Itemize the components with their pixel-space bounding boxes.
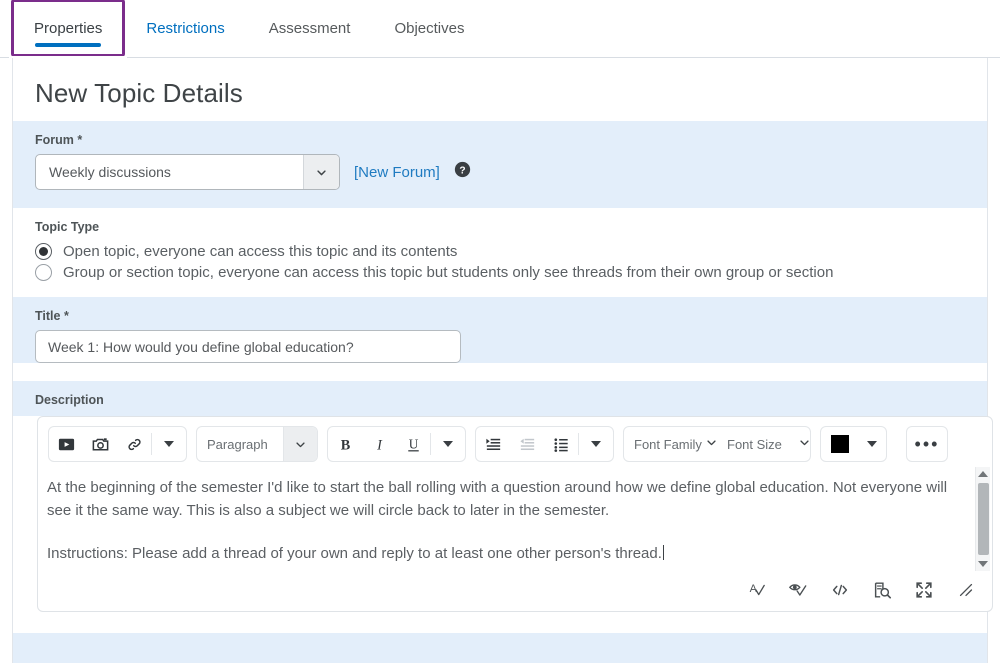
radio-group-topic[interactable]: Group or section topic, everyone can acc… (35, 262, 965, 297)
insert-link-icon[interactable] (117, 427, 151, 461)
toolbar-text-style-group: B I U (327, 426, 466, 462)
tab-objectives-label: Objectives (394, 19, 465, 37)
text-color-swatch[interactable] (831, 435, 849, 453)
svg-text:?: ? (459, 165, 465, 176)
title-section: Title * Week 1: How would you define glo… (13, 297, 987, 363)
toolbar-insert-group (48, 426, 187, 462)
svg-text:A: A (750, 583, 758, 595)
radio-group-topic-control[interactable] (35, 264, 52, 281)
forum-select[interactable]: Weekly discussions (35, 154, 340, 190)
font-size-chevron-down-icon[interactable] (799, 435, 810, 453)
radio-open-topic-control[interactable] (35, 243, 52, 260)
forum-label-text: Forum (35, 133, 74, 147)
new-forum-link[interactable]: [New Forum] (354, 164, 440, 181)
toolbar-font-group: Font Family Font Size (623, 426, 811, 462)
more-options-icon[interactable]: ••• (907, 427, 947, 461)
toolbar-format-select[interactable]: Paragraph (196, 426, 318, 462)
title-label: Title * (35, 297, 965, 330)
font-size-select[interactable]: Font Size (717, 427, 799, 461)
forum-required-mark: * (77, 133, 83, 147)
description-editor-wrap: Paragraph B I U Font Family Font Size ••… (13, 416, 993, 612)
tab-restrictions-label: Restrictions (146, 19, 225, 37)
font-family-chevron-down-icon[interactable] (706, 435, 717, 453)
text-style-more-chevron-down-icon[interactable] (431, 427, 465, 461)
more-options-label: ••• (914, 434, 940, 454)
paragraph-format-select[interactable]: Paragraph (197, 427, 317, 461)
radio-group-topic-label: Group or section topic, everyone can acc… (63, 264, 834, 281)
toolbar-list-group (475, 426, 614, 462)
scroll-up-arrow-icon[interactable] (978, 471, 988, 477)
editor-scrollbar[interactable] (975, 467, 990, 571)
italic-icon[interactable]: I (362, 427, 396, 461)
underline-icon[interactable]: U (396, 427, 430, 461)
title-label-text: Title (35, 309, 61, 323)
font-family-value: Font Family (634, 436, 702, 452)
svg-text:B: B (340, 437, 350, 453)
insert-more-chevron-down-icon[interactable] (152, 427, 186, 461)
scroll-down-arrow-icon[interactable] (978, 561, 988, 567)
tab-assessment[interactable]: Assessment (247, 0, 373, 56)
editor-toolbar: Paragraph B I U Font Family Font Size ••… (38, 417, 992, 470)
paragraph-chevron-down-icon[interactable] (283, 427, 317, 461)
tab-active-underline (35, 43, 102, 47)
spellcheck-icon[interactable]: A (746, 580, 766, 600)
insert-video-icon[interactable] (49, 427, 83, 461)
forum-select-row: Weekly discussions [New Forum] ? (35, 154, 965, 208)
html-source-icon[interactable] (830, 580, 850, 600)
toolbar-overflow-group: ••• (906, 426, 948, 462)
help-circle-icon[interactable]: ? (454, 161, 471, 183)
tab-properties-label: Properties (34, 19, 103, 37)
paragraph-format-value: Paragraph (207, 436, 268, 452)
tab-properties[interactable]: Properties (8, 0, 128, 60)
forum-section: Forum * Weekly discussions [New Forum] ? (13, 121, 987, 208)
title-input-value: Week 1: How would you define global educ… (48, 338, 354, 355)
tab-restrictions[interactable]: Restrictions (124, 0, 246, 56)
bold-icon[interactable]: B (328, 427, 362, 461)
chevron-down-icon[interactable] (303, 155, 339, 189)
bottom-band (12, 633, 988, 663)
radio-open-topic-label: Open topic, everyone can access this top… (63, 243, 458, 260)
font-family-select[interactable]: Font Family (624, 427, 706, 461)
text-cursor (662, 545, 664, 560)
editor-bottom-spacer (35, 623, 965, 633)
radio-selected-dot (39, 247, 48, 256)
editor-paragraph-1: At the beginning of the semester I'd lik… (47, 479, 948, 519)
content-card: New Topic Details Forum * Weekly discuss… (12, 58, 993, 663)
list-more-chevron-down-icon[interactable] (579, 427, 613, 461)
bulleted-list-icon[interactable] (544, 427, 578, 461)
title-required-mark: * (63, 309, 69, 323)
text-color-caret-down-icon[interactable] (858, 427, 886, 461)
toolbar-color-group (820, 426, 887, 462)
tab-bar: Properties Restrictions Assessment Objec… (0, 0, 1000, 60)
forum-label: Forum * (35, 121, 965, 154)
description-label: Description (35, 393, 104, 407)
editor-footer: A (38, 569, 992, 611)
editor-paragraph-2: Instructions: Please add a thread of you… (47, 542, 962, 565)
forum-select-value: Weekly discussions (49, 164, 171, 180)
font-size-value: Font Size (727, 436, 782, 452)
insert-image-icon[interactable] (83, 427, 117, 461)
title-input[interactable]: Week 1: How would you define global educ… (35, 330, 461, 363)
editor-content-area[interactable]: At the beginning of the semester I'd lik… (38, 470, 992, 569)
tab-objectives[interactable]: Objectives (372, 0, 486, 56)
editor-paragraph-2-text: Instructions: Please add a thread of you… (47, 545, 662, 562)
radio-open-topic[interactable]: Open topic, everyone can access this top… (35, 241, 965, 262)
indent-decrease-icon[interactable] (510, 427, 544, 461)
topic-type-section: Topic Type Open topic, everyone can acce… (13, 208, 987, 297)
page-title: New Topic Details (35, 78, 243, 108)
html-editor: Paragraph B I U Font Family Font Size ••… (37, 416, 993, 612)
scrollbar-thumb[interactable] (977, 483, 989, 555)
description-section: Description (13, 381, 987, 416)
topic-type-label: Topic Type (35, 220, 100, 234)
fullscreen-icon[interactable] (914, 580, 934, 600)
accessibility-check-icon[interactable] (788, 580, 808, 600)
indent-increase-icon[interactable] (476, 427, 510, 461)
svg-text:U: U (408, 436, 418, 451)
resize-handle-icon[interactable] (956, 580, 976, 600)
svg-text:I: I (376, 437, 383, 453)
new-topic-details-page: Properties Restrictions Assessment Objec… (0, 0, 1000, 663)
tab-assessment-label: Assessment (268, 19, 351, 37)
preview-icon[interactable] (872, 580, 892, 600)
